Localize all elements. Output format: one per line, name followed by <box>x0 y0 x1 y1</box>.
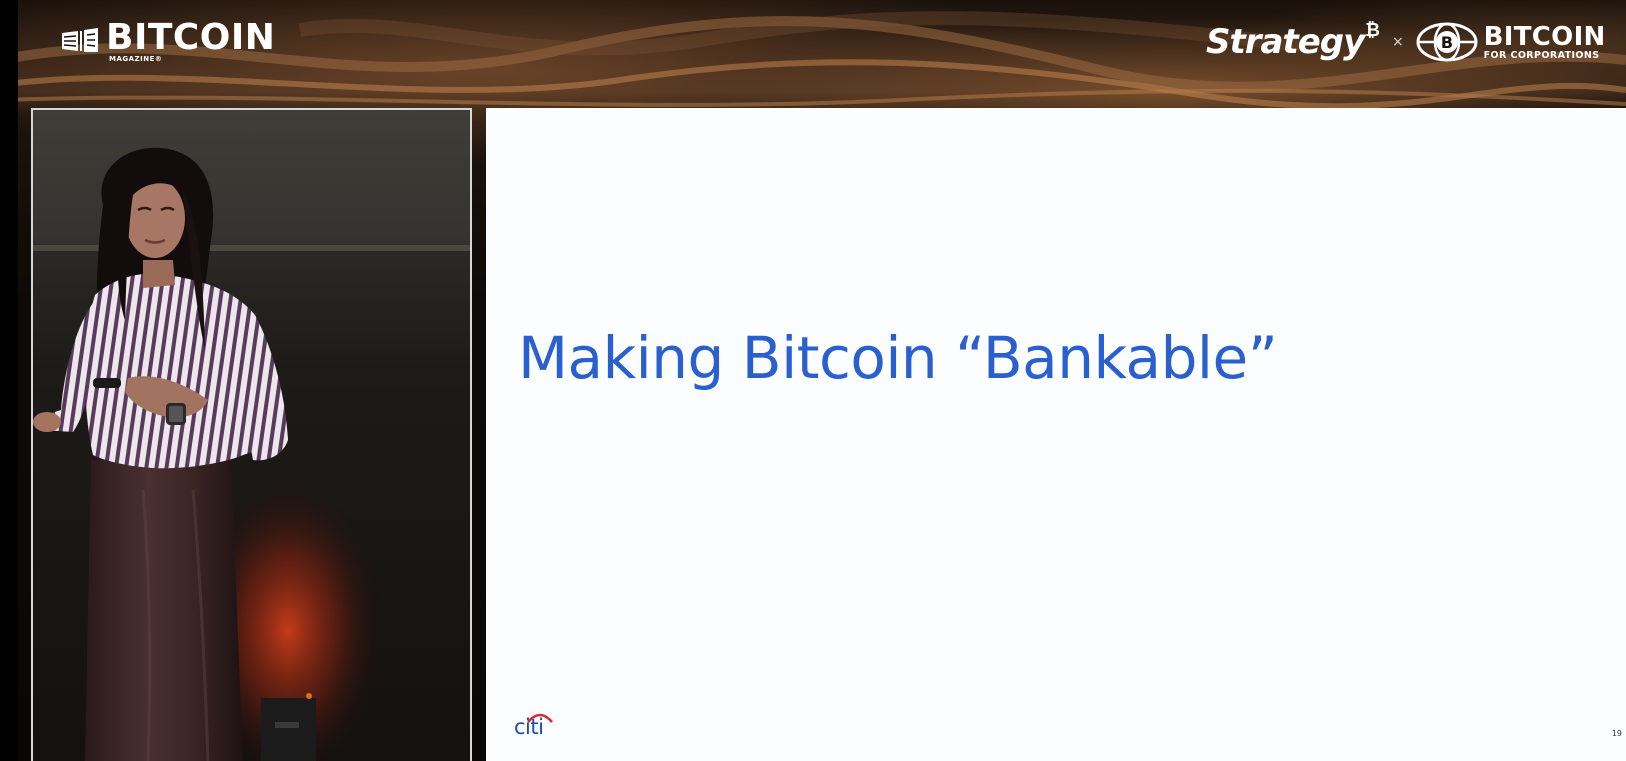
citi-logo: citi <box>514 711 560 739</box>
bitcoin-globe-icon: B <box>1416 22 1478 62</box>
speaker-video-feed <box>31 108 472 761</box>
speaker-figure <box>33 147 470 761</box>
bitcoin-magazine-wordmark: BITCOIN <box>106 17 276 58</box>
bitcoin-for-corporations-subtitle: FOR CORPORATIONS <box>1483 50 1600 61</box>
bitcoin-for-corporations-wordmark: BITCOIN <box>1483 22 1606 52</box>
bitcoin-magazine-logo: BITCOIN MAGAZINE® <box>60 18 275 66</box>
presentation-slide: Making Bitcoin “Bankable” citi 19 <box>486 108 1626 761</box>
bitcoin-magazine-subtitle: MAGAZINE® <box>109 55 163 63</box>
frame-left-border <box>0 0 18 761</box>
conference-stream-frame: BITCOIN MAGAZINE® Strategy ₿ × B BITCOIN… <box>0 0 1626 761</box>
slide-title: Making Bitcoin “Bankable” <box>518 324 1278 392</box>
slide-page-number: 19 <box>1611 729 1622 738</box>
strategy-wordmark: Strategy <box>1206 22 1365 62</box>
logo-separator: × <box>1391 34 1404 50</box>
strategy-bitcoin-mark: ₿ <box>1365 19 1380 41</box>
event-sponsor-logos: Strategy ₿ × B BITCOIN FOR CORPORATIONS <box>1206 16 1626 68</box>
svg-text:B: B <box>1441 33 1453 52</box>
bitcoin-magazine-mark-icon <box>62 28 98 52</box>
citi-wordmark: citi <box>514 715 544 739</box>
